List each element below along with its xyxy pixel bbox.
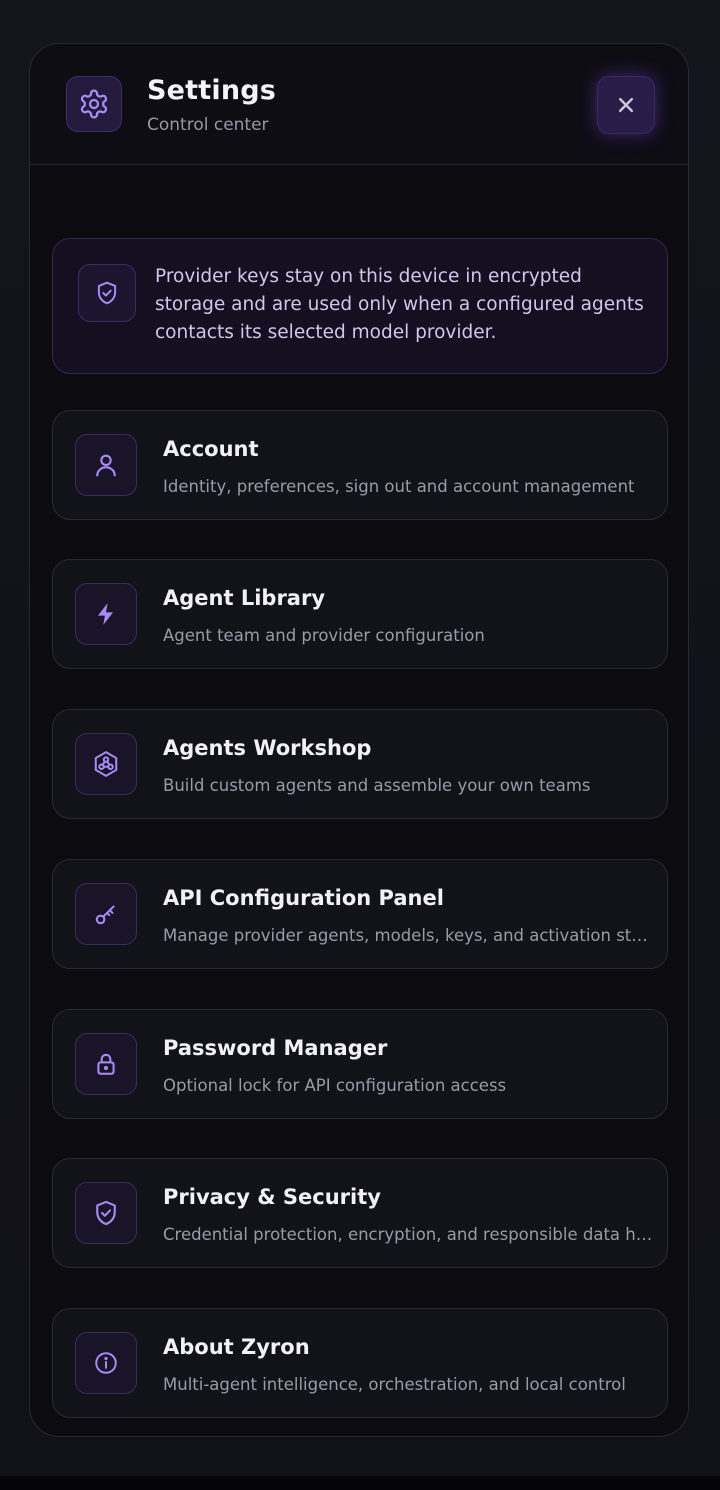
hexagon-network-icon <box>75 733 137 795</box>
lightning-icon <box>75 583 137 645</box>
page-title: Settings <box>147 75 277 106</box>
page-subtitle: Control center <box>147 115 269 135</box>
gear-icon <box>66 76 122 132</box>
close-icon <box>618 97 634 113</box>
close-button[interactable] <box>597 76 655 134</box>
settings-item-title: API Configuration Panel <box>163 886 444 910</box>
settings-item-password-manager[interactable]: Password Manager Optional lock for API c… <box>52 1009 668 1119</box>
settings-item-title: About Zyron <box>163 1335 310 1359</box>
notice-text: Provider keys stay on this device in enc… <box>155 266 644 343</box>
settings-item-description: Credential protection, encryption, and r… <box>163 1225 653 1244</box>
settings-item-description: Build custom agents and assemble your ow… <box>163 776 591 795</box>
settings-item-api-configuration[interactable]: API Configuration Panel Manage provider … <box>52 859 668 969</box>
encryption-notice: Provider keys stay on this device in enc… <box>52 238 668 374</box>
settings-item-title: Agents Workshop <box>163 736 372 760</box>
settings-item-description: Optional lock for API configuration acce… <box>163 1076 507 1095</box>
settings-item-title: Account <box>163 437 259 461</box>
settings-item-privacy-security[interactable]: Privacy & Security Credential protection… <box>52 1158 668 1268</box>
user-icon <box>75 434 137 496</box>
settings-item-description: Manage provider agents, models, keys, an… <box>163 926 653 945</box>
settings-panel: Settings Control center Provider keys st… <box>29 43 689 1437</box>
settings-item-agent-library[interactable]: Agent Library Agent team and provider co… <box>52 559 668 669</box>
settings-item-description: Identity, preferences, sign out and acco… <box>163 477 635 496</box>
settings-item-description: Multi-agent intelligence, orchestration,… <box>163 1375 626 1394</box>
key-icon <box>75 883 137 945</box>
settings-item-title: Privacy & Security <box>163 1185 381 1209</box>
settings-header: Settings Control center <box>30 44 688 165</box>
settings-screen: Settings Control center Provider keys st… <box>0 0 720 1476</box>
settings-item-about[interactable]: About Zyron Multi-agent intelligence, or… <box>52 1308 668 1418</box>
settings-item-title: Agent Library <box>163 586 326 610</box>
settings-item-account[interactable]: Account Identity, preferences, sign out … <box>52 410 668 520</box>
info-icon <box>75 1332 137 1394</box>
settings-item-agents-workshop[interactable]: Agents Workshop Build custom agents and … <box>52 709 668 819</box>
shield-check-icon <box>75 1182 137 1244</box>
settings-item-description: Agent team and provider configuration <box>163 626 485 645</box>
settings-item-title: Password Manager <box>163 1036 388 1060</box>
lock-icon <box>75 1033 137 1095</box>
shield-check-icon <box>78 264 136 322</box>
system-navigation-bar <box>0 1476 720 1490</box>
